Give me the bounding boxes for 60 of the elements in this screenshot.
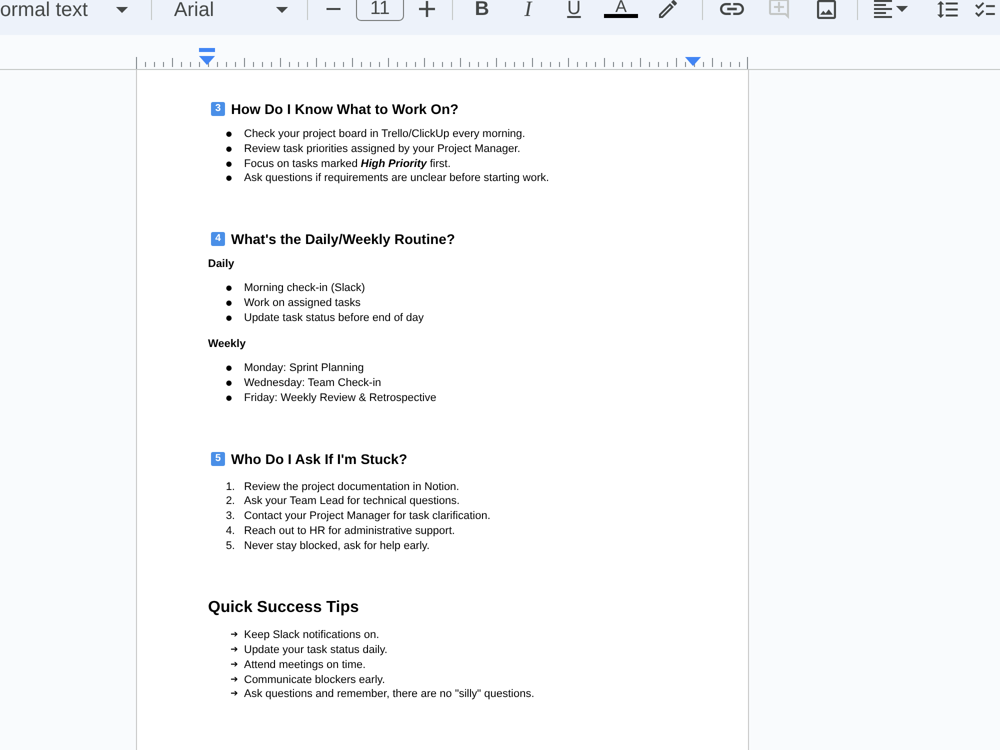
list-item: Wednesday: Team Check-in: [244, 376, 382, 391]
minus-icon: [326, 8, 340, 10]
list-item: Communicate blockers early.: [244, 672, 386, 688]
list-item: Keep Slack notifications on.: [244, 628, 380, 643]
caret-icon: [116, 6, 128, 12]
pen-icon: [659, 0, 677, 18]
section-heading: What's the Daily/Weekly Routine?: [231, 230, 455, 248]
list-item: Attend meetings on time.: [244, 658, 366, 672]
list-item: Never stay blocked, ask for help early.: [244, 538, 430, 554]
indent-marker[interactable]: [685, 57, 701, 66]
font-size-field[interactable]: 11: [356, 0, 404, 21]
align-left-icon: [873, 0, 893, 18]
list-number: 5.: [226, 538, 235, 554]
section-heading: How Do I Know What to Work On?: [231, 100, 459, 118]
list-item: Focus on tasks marked High Priority first.: [244, 156, 451, 172]
italic-button[interactable]: I: [512, 0, 544, 18]
list-item: Friday: Weekly Review & Retrospective: [244, 390, 436, 406]
plus-icon: [419, 1, 435, 17]
list-item: Check your project board in Trello/ClickUp every morning.: [244, 127, 526, 142]
list-item: Morning check-in (Slack): [244, 281, 366, 296]
link-icon: [720, 3, 744, 15]
list-item: Contact your Project Manager for task clarification.: [244, 509, 490, 524]
list-item: Review task priorities assigned by your Project Manager.: [244, 142, 520, 156]
list-item: Update task status before end of day: [244, 310, 424, 326]
caret-icon: [896, 6, 908, 12]
keycap-number: 4: [211, 232, 225, 246]
subheading: Weekly: [208, 337, 246, 352]
style-dropdown[interactable]: ormal text: [0, 0, 136, 19]
list-item: Work on assigned tasks: [244, 296, 361, 310]
section-heading: Who Do I Ask If I'm Stuck?: [231, 450, 408, 468]
comment-plus-icon: [769, 0, 789, 19]
bold-button[interactable]: B: [466, 0, 498, 18]
list-item: Ask your Team Lead for technical questions.: [244, 494, 460, 509]
line-spacing-icon: [936, 0, 958, 18]
checklist-icon: [975, 2, 995, 16]
list-item: Ask questions and remember, there are no "silly" questions.: [244, 687, 534, 702]
subheading: Daily: [208, 257, 234, 272]
text-color-button[interactable]: A: [604, 0, 638, 18]
arrow-marker: ➔: [230, 644, 238, 657]
image-icon: [816, 0, 836, 18]
arrow-marker: ➔: [230, 674, 238, 686]
keycap-number: 3: [211, 102, 225, 116]
keycap-number: 5: [211, 452, 225, 466]
list-item: Review the project documentation in Notion.: [244, 480, 460, 494]
list-number: 3.: [226, 509, 235, 524]
list-number: 2.: [226, 494, 235, 509]
list-item: Update your task status daily.: [244, 643, 388, 658]
list-number: 1.: [226, 480, 235, 494]
font-dropdown[interactable]: Arial: [167, 0, 294, 19]
list-item: Monday: Sprint Planning: [244, 361, 364, 376]
arrow-marker: ➔: [230, 658, 238, 672]
list-item: Ask questions if requirements are unclear before starting work.: [244, 171, 550, 186]
caret-icon: [276, 6, 288, 12]
arrow-marker: ➔: [230, 629, 238, 642]
section-title: Quick Success Tips: [208, 598, 359, 618]
list-item: Reach out to HR for administrative support.: [244, 524, 455, 538]
indent-marker[interactable]: [199, 48, 215, 65]
list-number: 4.: [226, 524, 235, 538]
underline-button[interactable]: U: [558, 0, 590, 18]
arrow-marker: ➔: [230, 688, 238, 702]
